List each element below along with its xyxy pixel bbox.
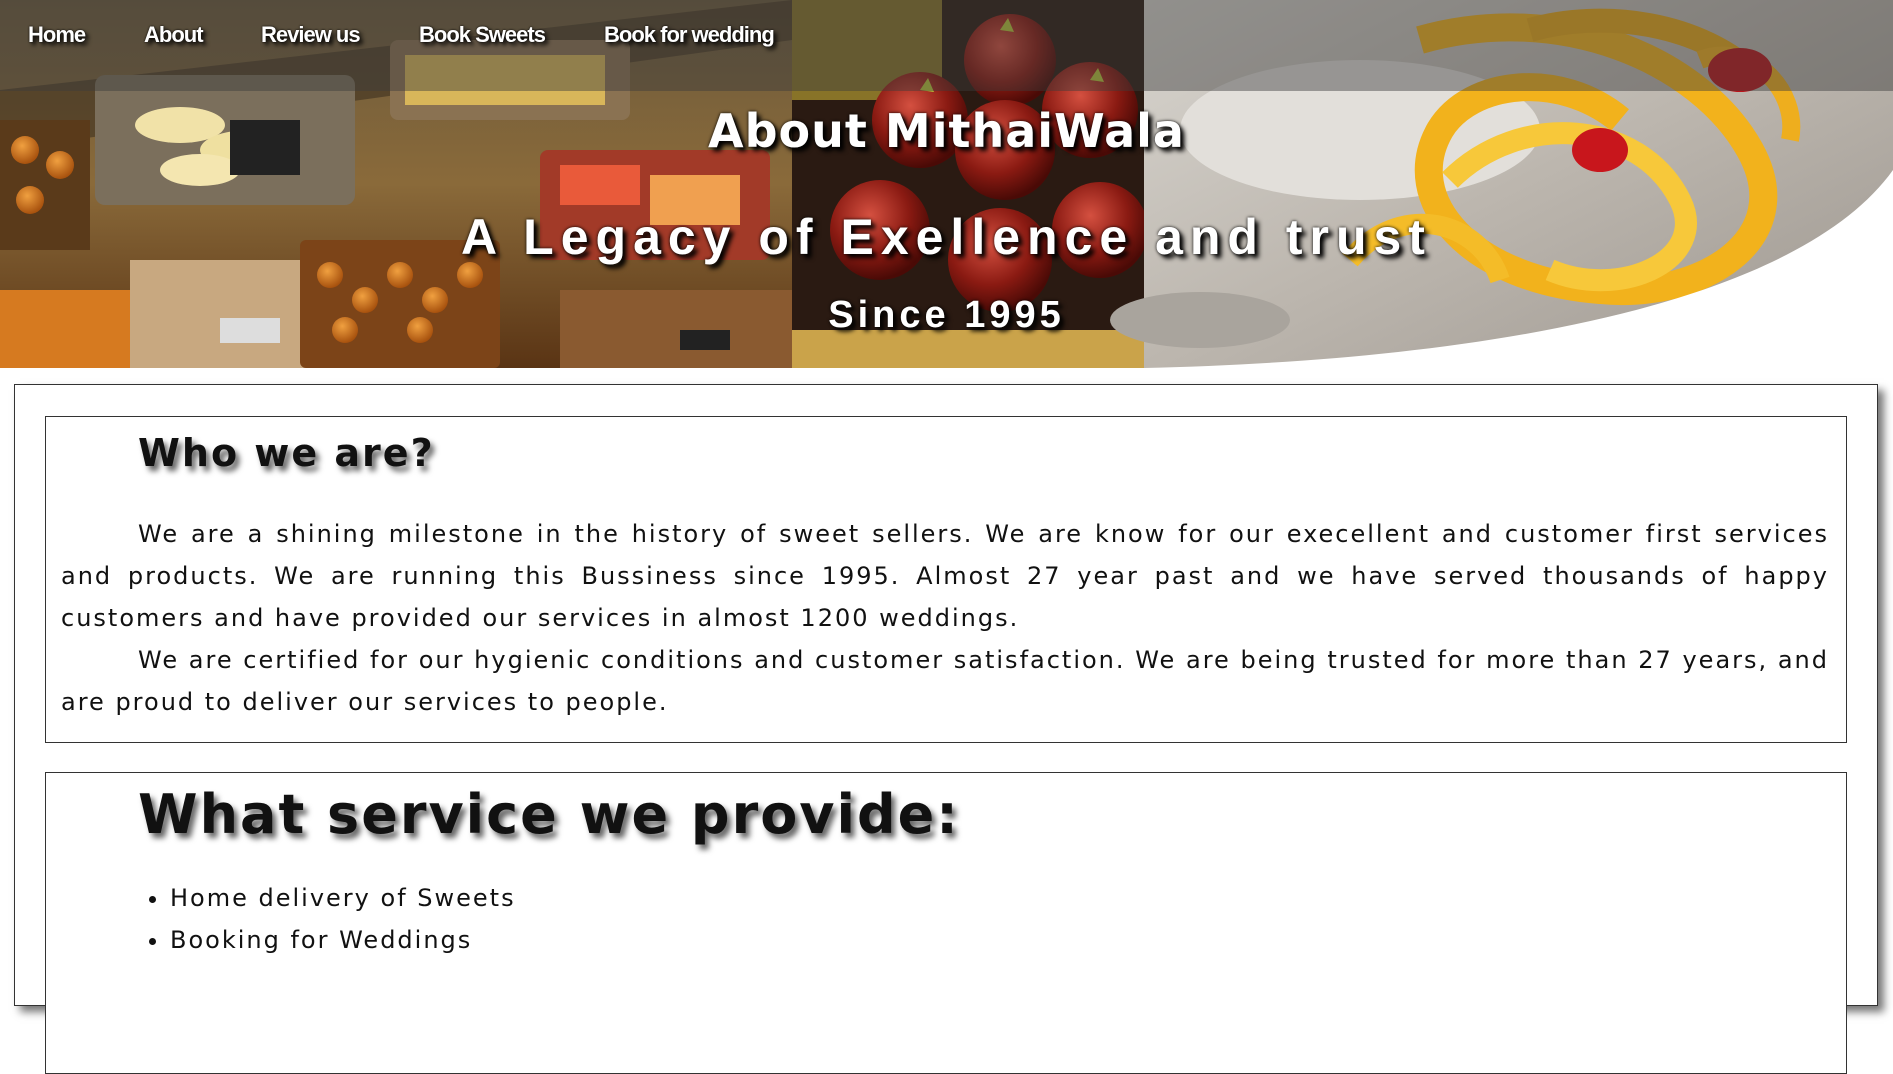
- hero-title: About MithaiWala: [708, 104, 1185, 158]
- hero-banner: Home About Review us Book Sweets Book fo…: [0, 0, 1893, 368]
- nav-link-home[interactable]: Home: [28, 22, 86, 48]
- services-section: What service we provide: Home delivery o…: [45, 772, 1847, 1074]
- service-item-home-delivery: Home delivery of Sweets: [170, 877, 516, 919]
- nav-link-book-sweets[interactable]: Book Sweets: [419, 22, 546, 48]
- who-we-are-paragraph-1: We are a shining milestone in the histor…: [61, 520, 1829, 632]
- who-we-are-heading: Who we are?: [138, 431, 435, 475]
- top-navbar: Home About Review us Book Sweets Book fo…: [0, 0, 1893, 91]
- nav-link-about[interactable]: About: [144, 22, 204, 48]
- service-item-wedding-booking: Booking for Weddings: [170, 919, 516, 961]
- nav-link-review-us[interactable]: Review us: [261, 22, 361, 48]
- who-we-are-paragraph-2: We are certified for our hygienic condit…: [61, 646, 1829, 716]
- nav-link-book-for-wedding[interactable]: Book for wedding: [604, 22, 775, 48]
- services-heading: What service we provide:: [138, 783, 960, 846]
- main-content-box: Who we are? We are a shining milestone i…: [14, 384, 1878, 1074]
- hero-since: Since 1995: [828, 294, 1065, 336]
- hero-tagline: A Legacy of Exellence and trust: [461, 209, 1432, 265]
- who-we-are-section: Who we are? We are a shining milestone i…: [45, 416, 1847, 743]
- services-list: Home delivery of Sweets Booking for Wedd…: [138, 877, 516, 961]
